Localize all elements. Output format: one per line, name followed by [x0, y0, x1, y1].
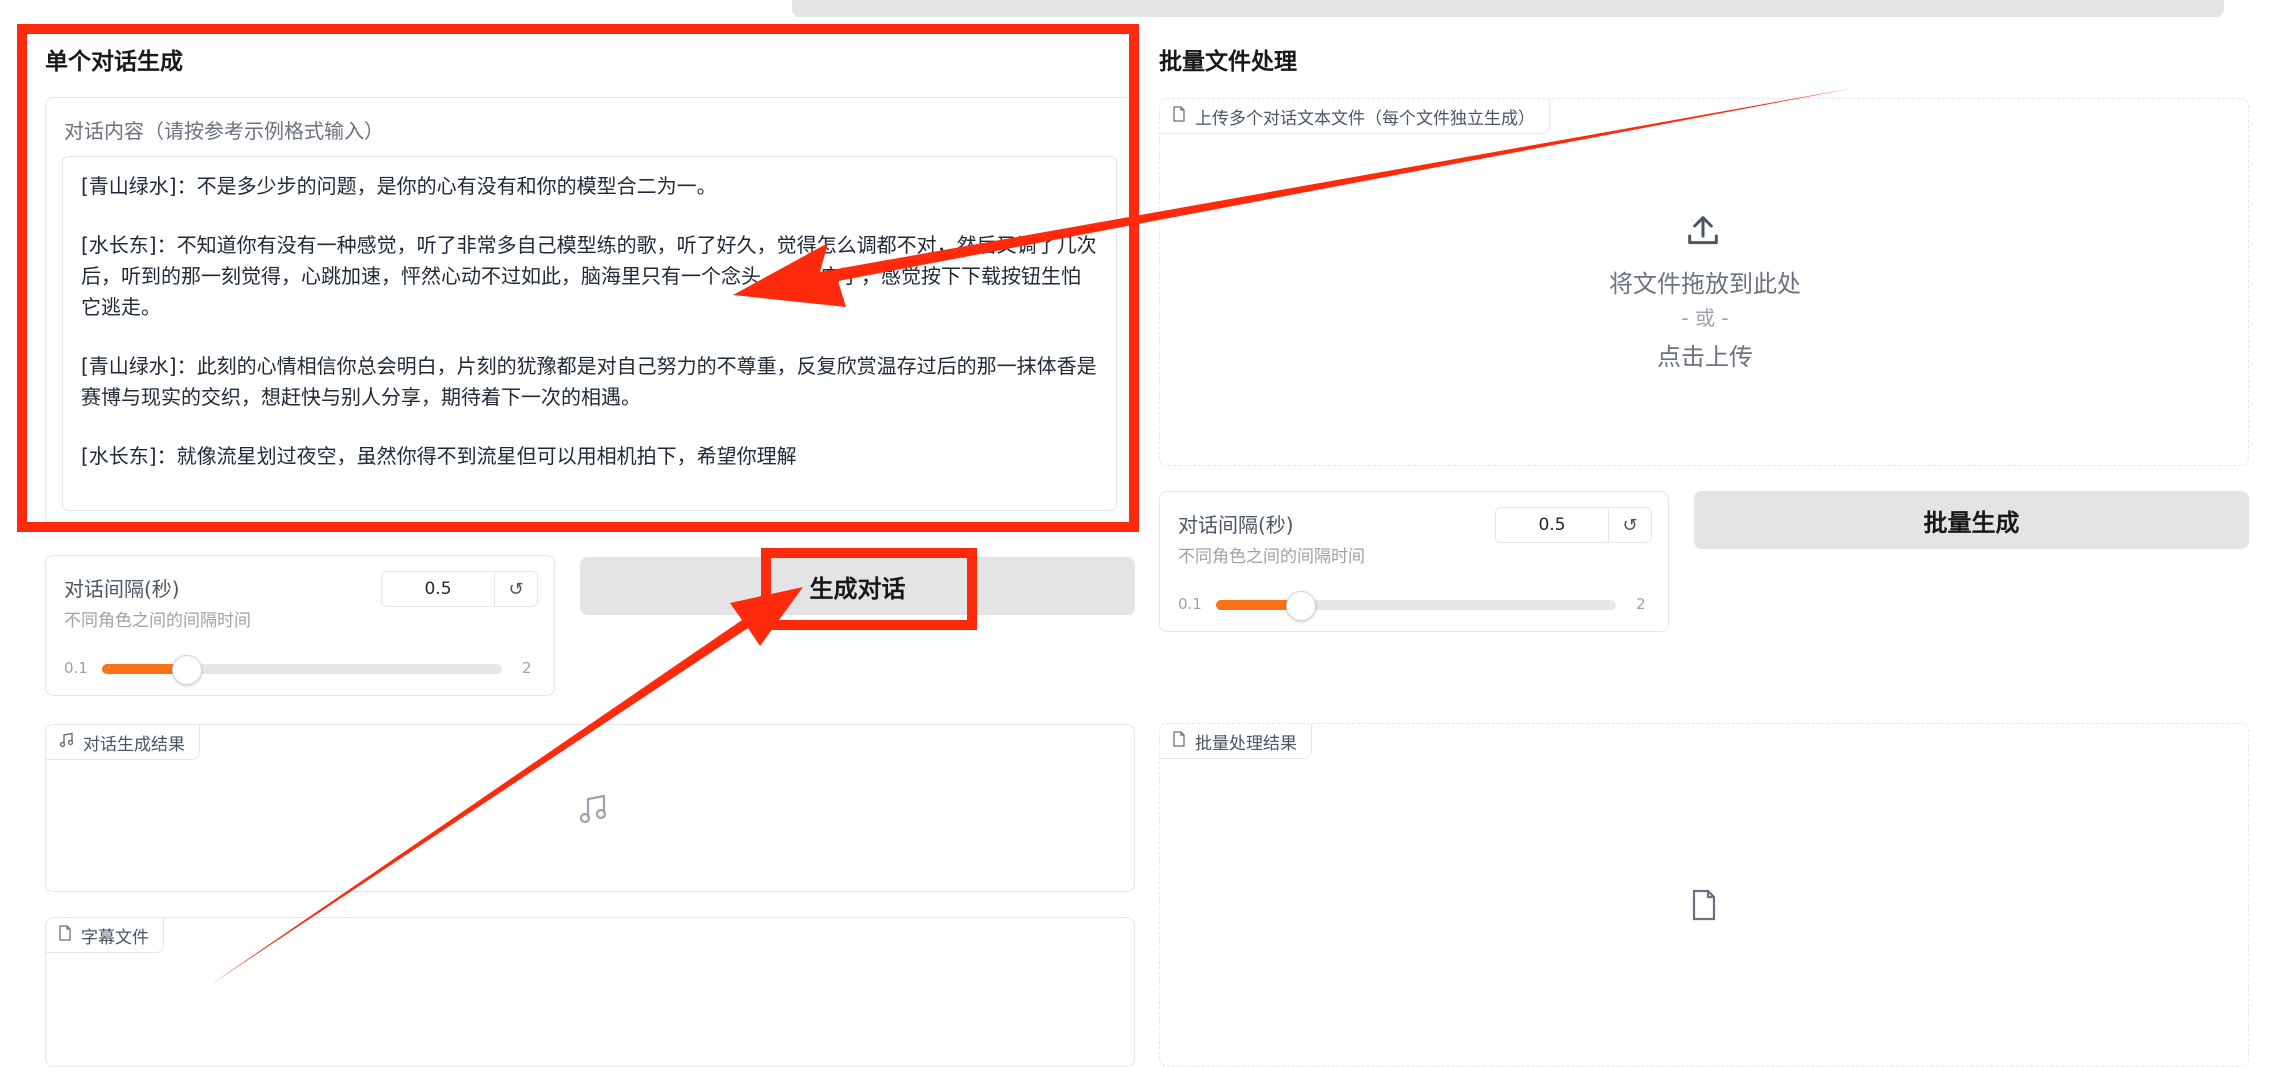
dialogue-line: [水长东]：就像流星划过夜空，虽然你得不到流星但可以用相机拍下，希望你理解: [81, 444, 797, 468]
dialogue-line: [水长东]：不知道你有没有一种感觉，听了非常多自己模型练的歌，听了好久，觉得怎么…: [81, 233, 1097, 319]
slider-thumb[interactable]: [1286, 591, 1316, 621]
music-note-icon: [58, 732, 74, 753]
batch-generate-button[interactable]: 批量生成: [1694, 491, 2249, 549]
batch-interval-slider[interactable]: [1216, 591, 1616, 621]
batch-interval-label: 对话间隔(秒): [1178, 513, 1294, 537]
single-interval-card: 对话间隔(秒) 不同角色之间的间隔时间 0.5 ↺ 0.1 2: [45, 555, 555, 696]
batch-interval-card: 对话间隔(秒) 不同角色之间的间隔时间 0.5 ↺ 0.1 2: [1159, 491, 1669, 632]
single-interval-sub: 不同角色之间的间隔时间: [64, 611, 251, 631]
click-upload-text[interactable]: 点击上传: [1160, 337, 2250, 372]
dialogue-input-card: 对话内容（请按参考示例格式输入） [青山绿水]：不是多少步的问题，是你的心有没有…: [45, 97, 1135, 524]
batch-interval-min: 0.1: [1178, 595, 1202, 613]
single-section-title: 单个对话生成: [45, 49, 183, 75]
dialogue-result-label: 对话生成结果: [83, 734, 185, 755]
batch-interval-max: 2: [1636, 595, 1646, 613]
single-interval-slider[interactable]: [102, 655, 502, 685]
batch-result-label: 批量处理结果: [1195, 733, 1297, 754]
upload-icon: [1683, 211, 1723, 255]
upload-dropzone[interactable]: 上传多个对话文本文件（每个文件独立生成） 将文件拖放到此处 - 或 - 点击上传: [1159, 98, 2249, 466]
batch-result-tag: 批量处理结果: [1160, 724, 1312, 759]
dialogue-input-label: 对话内容（请按参考示例格式输入）: [64, 119, 384, 143]
dialogue-textarea[interactable]: [青山绿水]：不是多少步的问题，是你的心有没有和你的模型合二为一。 [水长东]：…: [62, 156, 1117, 511]
subtitle-file-label: 字幕文件: [81, 927, 149, 948]
file-icon: [1172, 105, 1186, 127]
single-interval-max: 2: [522, 659, 532, 677]
reset-icon[interactable]: ↺: [494, 572, 537, 606]
reset-icon[interactable]: ↺: [1608, 508, 1651, 542]
upload-tag: 上传多个对话文本文件（每个文件独立生成）: [1160, 99, 1550, 134]
batch-result-card: 批量处理结果: [1159, 723, 2249, 1067]
generate-dialogue-button[interactable]: 生成对话: [580, 557, 1135, 615]
single-interval-number[interactable]: 0.5 ↺: [381, 571, 538, 607]
slider-thumb[interactable]: [172, 655, 202, 685]
subtitle-file-tag: 字幕文件: [46, 918, 164, 953]
file-icon: [58, 924, 72, 946]
upload-label: 上传多个对话文本文件（每个文件独立生成）: [1195, 108, 1535, 129]
dialogue-result-card: 对话生成结果: [45, 724, 1135, 892]
single-interval-value[interactable]: 0.5: [382, 579, 494, 599]
batch-interval-sub: 不同角色之间的间隔时间: [1178, 547, 1365, 567]
batch-interval-value[interactable]: 0.5: [1496, 515, 1608, 535]
single-interval-label: 对话间隔(秒): [64, 577, 180, 601]
file-icon: [1172, 730, 1186, 752]
dialogue-result-tag: 对话生成结果: [46, 725, 200, 760]
dialogue-line: [青山绿水]：此刻的心情相信你总会明白，片刻的犹豫都是对自己努力的不尊重，反复欣…: [81, 354, 1097, 409]
file-icon: [1690, 889, 1718, 925]
single-interval-min: 0.1: [64, 659, 88, 677]
subtitle-file-card: 字幕文件: [45, 917, 1135, 1067]
top-bar: [792, 0, 2224, 17]
batch-interval-number[interactable]: 0.5 ↺: [1495, 507, 1652, 543]
music-note-icon: [576, 793, 608, 829]
batch-section-title: 批量文件处理: [1159, 49, 1297, 75]
drop-text: 将文件拖放到此处: [1609, 270, 1801, 298]
or-text: - 或 -: [1681, 306, 1729, 330]
dialogue-line: [青山绿水]：不是多少步的问题，是你的心有没有和你的模型合二为一。: [81, 174, 717, 198]
